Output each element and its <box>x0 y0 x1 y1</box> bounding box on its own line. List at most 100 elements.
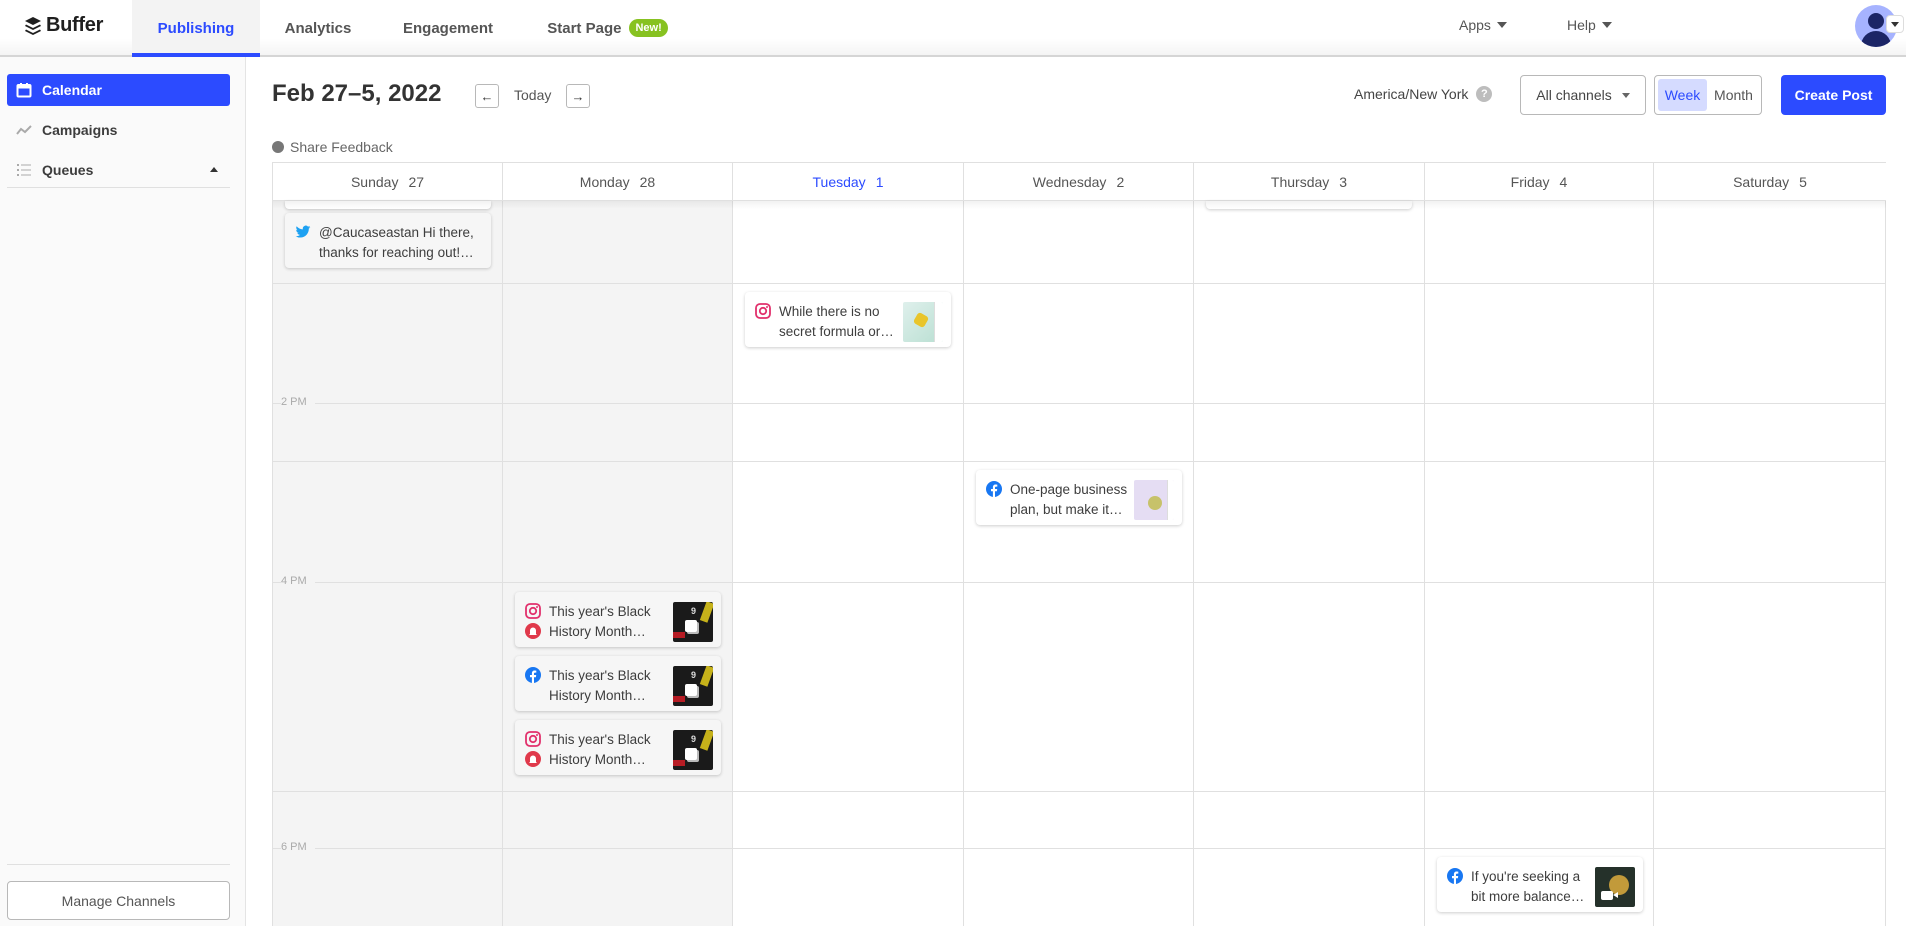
post-card[interactable]: This year's Black History Month… 9 <box>515 720 721 775</box>
header-shadow <box>273 201 1886 209</box>
tab-engagement[interactable]: Engagement <box>394 0 502 56</box>
sidebar-item-label: Queues <box>42 162 94 178</box>
tab-publishing[interactable]: Publishing <box>132 0 260 57</box>
thumbnail-text: 9 <box>691 734 697 744</box>
next-week-button[interactable]: → <box>566 84 590 108</box>
channels-select[interactable]: All channels <box>1520 75 1646 115</box>
apps-menu[interactable]: Apps <box>1459 17 1507 33</box>
facebook-icon <box>986 481 1002 497</box>
post-text-line: secret formula or… <box>779 324 894 339</box>
day-name: Thursday <box>1270 173 1330 190</box>
carousel-icon <box>685 684 697 696</box>
timezone[interactable]: America/New York ? <box>1354 86 1493 102</box>
instagram-icon <box>525 731 541 747</box>
tab-start-page[interactable]: Start Page New! <box>540 0 675 56</box>
day-column-sunday[interactable] <box>273 201 503 926</box>
view-month-button[interactable]: Month <box>1709 79 1758 111</box>
calendar-icon <box>16 83 32 98</box>
day-date: 27 <box>408 173 425 190</box>
post-card[interactable]: While there is no secret formula or… <box>745 292 951 347</box>
help-menu[interactable]: Help <box>1567 17 1612 33</box>
day-date: 5 <box>1799 173 1807 190</box>
chevron-up-icon[interactable] <box>210 167 218 172</box>
post-card[interactable]: This year's Black History Month… 9 <box>515 656 721 711</box>
post-card[interactable]: @Caucaseastan Hi there, thanks for reach… <box>285 213 491 268</box>
post-text-line: This year's Black <box>549 604 651 619</box>
post-icons <box>755 302 777 341</box>
day-column-friday[interactable] <box>1425 201 1654 926</box>
day-name: Monday <box>579 173 630 190</box>
day-header-saturday: Saturday 5 <box>1654 163 1886 201</box>
post-thumbnail <box>1134 480 1174 520</box>
reminder-bell-icon <box>525 751 541 767</box>
view-week-button[interactable]: Week <box>1658 79 1707 111</box>
post-text: This year's Black History Month… <box>547 666 667 705</box>
hour-label: 2 PM <box>281 396 315 408</box>
hour-label: 6 PM <box>281 841 315 853</box>
arrow-left-icon: ← <box>480 88 494 104</box>
post-text: @Caucaseastan Hi there, thanks for reach… <box>317 223 483 262</box>
help-label: Help <box>1567 17 1596 33</box>
grid-line <box>273 283 1886 284</box>
post-text-line: bit more balance… <box>1471 889 1585 904</box>
trend-icon <box>16 125 32 135</box>
list-icon <box>17 164 31 176</box>
hour-label: 4 PM <box>281 575 315 587</box>
day-name: Saturday <box>1733 173 1790 190</box>
hour-line-2pm <box>273 403 1886 404</box>
sidebar-divider <box>7 187 230 188</box>
day-name: Tuesday <box>812 173 866 190</box>
sidebar-item-queues[interactable]: Queues <box>7 154 230 186</box>
chat-bubble-icon <box>272 141 284 153</box>
facebook-icon <box>525 667 541 683</box>
post-text-line: @Caucaseastan Hi there, <box>319 225 474 240</box>
chevron-down-icon <box>1496 22 1507 28</box>
post-text-line: History Month… <box>549 624 646 639</box>
carousel-icon <box>685 620 697 632</box>
day-column-monday[interactable] <box>503 201 733 926</box>
post-text: One-page business plan, but make it… <box>1008 480 1128 519</box>
post-icons <box>295 223 317 262</box>
user-icon-body <box>1861 31 1891 47</box>
sidebar-item-calendar[interactable]: Calendar <box>7 74 230 106</box>
tab-label: Engagement <box>402 19 493 37</box>
post-text: This year's Black History Month… <box>547 730 667 769</box>
day-header-sunday: Sunday 27 <box>273 163 503 201</box>
post-icons <box>525 602 547 641</box>
tab-label: Analytics <box>284 19 352 37</box>
account-menu-button[interactable] <box>1886 15 1904 33</box>
sidebar-item-campaigns[interactable]: Campaigns <box>7 114 230 146</box>
user-icon <box>1868 13 1884 29</box>
arrow-right-icon: → <box>571 88 585 104</box>
chevron-down-icon <box>1601 22 1612 28</box>
carousel-icon <box>685 748 697 760</box>
previous-week-button[interactable]: ← <box>475 84 499 108</box>
view-toggle: Week Month <box>1654 75 1762 115</box>
post-text: This year's Black History Month… <box>547 602 667 641</box>
post-text-line: History Month… <box>549 688 646 703</box>
day-column-wednesday[interactable] <box>964 201 1194 926</box>
post-card[interactable]: If you're seeking a bit more balance… <box>1437 857 1643 912</box>
facebook-icon <box>1447 868 1463 884</box>
manage-channels-button[interactable]: Manage Channels <box>7 881 230 920</box>
post-text-line: One-page business <box>1010 482 1128 497</box>
chevron-down-icon <box>1891 21 1899 27</box>
post-icons <box>1447 867 1469 906</box>
create-post-button[interactable]: Create Post <box>1781 75 1886 115</box>
day-column-thursday[interactable] <box>1194 201 1425 926</box>
app-name: Buffer <box>46 14 104 36</box>
instagram-icon <box>525 603 541 619</box>
day-name: Wednesday <box>1032 173 1107 190</box>
buffer-logo[interactable]: Buffer <box>24 14 103 37</box>
post-thumbnail: 9 <box>673 602 713 642</box>
today-button[interactable]: Today <box>514 87 551 103</box>
timezone-label: America/New York <box>1354 86 1469 102</box>
apps-label: Apps <box>1459 17 1491 33</box>
help-icon[interactable]: ? <box>1476 86 1493 102</box>
tab-analytics[interactable]: Analytics <box>270 0 366 56</box>
share-feedback-link[interactable]: Share Feedback <box>272 139 393 155</box>
post-card[interactable]: This year's Black History Month… 9 <box>515 592 721 647</box>
day-column-saturday[interactable] <box>1654 201 1886 926</box>
day-date: 3 <box>1339 173 1348 190</box>
post-card[interactable]: One-page business plan, but make it… <box>976 470 1182 525</box>
